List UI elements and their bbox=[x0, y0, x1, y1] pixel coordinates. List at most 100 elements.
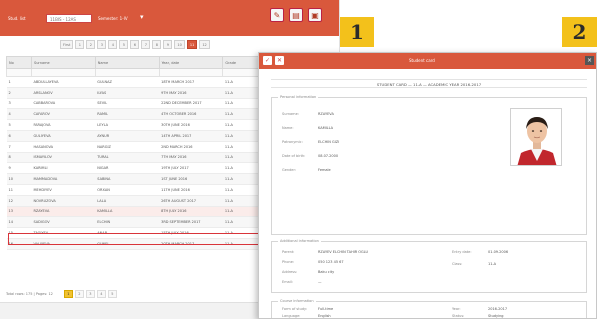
pager-button[interactable]: 7 bbox=[141, 40, 151, 49]
field-value: 01.09.2006 bbox=[488, 250, 509, 254]
footer-page-button[interactable]: 5 bbox=[107, 290, 117, 298]
personal-section: Personal information Surname: RZAYEVA Name… bbox=[271, 95, 587, 235]
table-cell: MEHDIYEV bbox=[31, 184, 96, 196]
field-value: 2016-2017 bbox=[488, 307, 508, 311]
table-cell: ARSLANOV bbox=[31, 87, 96, 99]
semester-filter-label[interactable]: Semester: 1-IV bbox=[98, 16, 128, 21]
table-cell: 16 bbox=[6, 238, 32, 250]
export-icon[interactable]: ▣ bbox=[308, 8, 322, 22]
print-icon[interactable]: ▤ bbox=[289, 8, 303, 22]
field-label: Email: bbox=[282, 280, 293, 284]
table-cell: 10 bbox=[6, 173, 32, 185]
field-label: Status: bbox=[452, 314, 465, 318]
filter-dropdown-icon[interactable]: ▾ bbox=[140, 13, 144, 21]
pager-button[interactable]: 9 bbox=[163, 40, 173, 49]
table-cell: NIGAR bbox=[95, 162, 160, 175]
table-cell: ELCHIN bbox=[95, 216, 160, 229]
table-cell: RZAYEVA bbox=[31, 206, 96, 218]
edit-icon[interactable]: ✎ bbox=[270, 8, 284, 22]
course-section: Course information Form of study: Full-ti… bbox=[271, 299, 587, 318]
filter-cell[interactable] bbox=[158, 68, 224, 77]
field-value: 050 123 45 67 bbox=[318, 260, 344, 264]
column-header[interactable]: Surname bbox=[30, 56, 96, 69]
field-row: Parent: RZAYEV ELCHIN TAHIR OGLU bbox=[282, 250, 368, 254]
footer-page-button[interactable]: 2 bbox=[74, 290, 84, 298]
field-value: Full-time bbox=[318, 307, 334, 311]
pager-button[interactable]: First bbox=[60, 40, 74, 49]
table-cell: 1ST JUNE 2016 bbox=[159, 173, 223, 185]
table-cell: 11 bbox=[6, 184, 32, 196]
field-label: Parent: bbox=[282, 250, 295, 254]
table-cell: 11TH JUNE 2016 bbox=[159, 184, 223, 196]
pager-button[interactable]: 8 bbox=[152, 40, 162, 49]
field-label: Class: bbox=[452, 262, 463, 266]
table-cell: KARIMLI bbox=[31, 162, 96, 175]
table-cell: 14TH APRIL 2017 bbox=[159, 130, 223, 142]
pager-button[interactable]: 12 bbox=[199, 40, 210, 49]
list-toolbar: ✎ ▤ ▣ bbox=[270, 8, 322, 22]
pager-button[interactable]: 5 bbox=[119, 40, 129, 49]
save-icon[interactable]: ✓ bbox=[263, 56, 272, 65]
table-cell: SEVIL bbox=[95, 98, 160, 110]
table-cell: 15TH JULY 2016 bbox=[159, 227, 223, 239]
additional-section: Additional information Parent: RZAYEV ELC… bbox=[271, 239, 587, 293]
table-cell: 3 bbox=[6, 98, 32, 110]
table-cell: ABDULLAYEVA bbox=[31, 76, 96, 88]
field-row: Phone: 050 123 45 67 bbox=[282, 260, 344, 264]
table-cell: 2 bbox=[6, 87, 32, 99]
table-cell: LALA bbox=[95, 195, 160, 207]
table-cell: 7TH MAY 2016 bbox=[159, 152, 223, 164]
pager-button[interactable]: 10 bbox=[174, 40, 185, 49]
composite-canvas: Stud. list 11BIS - 12AS Semester: 1-IV ▾… bbox=[0, 0, 597, 319]
table-cell: 22ND DECEMBER 2017 bbox=[159, 98, 223, 110]
table-cell: NOVRUZOVA bbox=[31, 195, 96, 207]
field-value: Baku city bbox=[318, 270, 335, 274]
column-header[interactable]: Year, date bbox=[158, 56, 224, 69]
field-row: Patronymic: ELCHIN GIZI bbox=[282, 140, 339, 144]
close-icon[interactable]: × bbox=[585, 56, 594, 65]
table-cell: AYNUR bbox=[95, 130, 160, 142]
filter-cell[interactable] bbox=[6, 68, 32, 77]
table-cell: SADIGOV bbox=[31, 216, 96, 229]
pager-button[interactable]: 4 bbox=[108, 40, 118, 49]
table-cell: 15 bbox=[6, 227, 32, 239]
table-cell: KAMILLA bbox=[95, 206, 160, 218]
field-value: RZAYEV ELCHIN TAHIR OGLU bbox=[318, 250, 369, 254]
field-label: Address: bbox=[282, 270, 298, 274]
table-cell: RAMIL bbox=[95, 108, 160, 121]
pager-button[interactable]: 1 bbox=[75, 40, 85, 49]
table-cell: ILYAS bbox=[95, 87, 160, 99]
table-cell: NARGIZ bbox=[95, 141, 160, 153]
delete-icon[interactable]: ✕ bbox=[275, 56, 284, 65]
field-row: Name: KAMILLA bbox=[282, 126, 333, 130]
pager-button[interactable]: 6 bbox=[130, 40, 140, 49]
column-header[interactable]: Name bbox=[94, 56, 160, 69]
table-cell: GULNAZ bbox=[95, 76, 160, 88]
pager-button[interactable]: 11 bbox=[186, 40, 198, 49]
field-row: Language: English bbox=[282, 314, 331, 318]
field-label: Form of study: bbox=[282, 307, 308, 311]
filter-cell[interactable] bbox=[30, 68, 96, 77]
table-cell: 9TH MAY 2016 bbox=[159, 87, 223, 99]
class-select[interactable]: 11BIS - 12AS bbox=[46, 14, 92, 23]
field-row: Address: Baku city bbox=[282, 270, 334, 274]
table-cell: 19TH JULY 2017 bbox=[159, 162, 223, 175]
field-label: Patronymic: bbox=[282, 140, 303, 144]
pager-button[interactable]: 2 bbox=[86, 40, 96, 49]
field-label: Year: bbox=[452, 307, 461, 311]
card-title-bar: ✓ ✕ Student card × bbox=[259, 53, 596, 69]
table-cell: 20TH MARCH 2017 bbox=[159, 238, 223, 250]
card-header-line: STUDENT CARD — 11-A — ACADEMIC YEAR 2016… bbox=[271, 79, 587, 88]
field-label: Gender: bbox=[282, 168, 297, 172]
table-cell: GUNEL bbox=[95, 238, 160, 250]
field-row: Status: Studying bbox=[452, 314, 504, 318]
footer-page-button[interactable]: 4 bbox=[96, 290, 106, 298]
table-cell: 14 bbox=[6, 216, 32, 229]
footer-page-button[interactable]: 3 bbox=[85, 290, 95, 298]
table-cell: CABBAROVA bbox=[31, 98, 96, 110]
table-cell: VALIYEVA bbox=[31, 238, 96, 250]
column-header[interactable]: No bbox=[6, 56, 32, 69]
pager-button[interactable]: 3 bbox=[97, 40, 107, 49]
footer-page-button[interactable]: 1 bbox=[63, 290, 73, 298]
filter-cell[interactable] bbox=[94, 68, 160, 77]
